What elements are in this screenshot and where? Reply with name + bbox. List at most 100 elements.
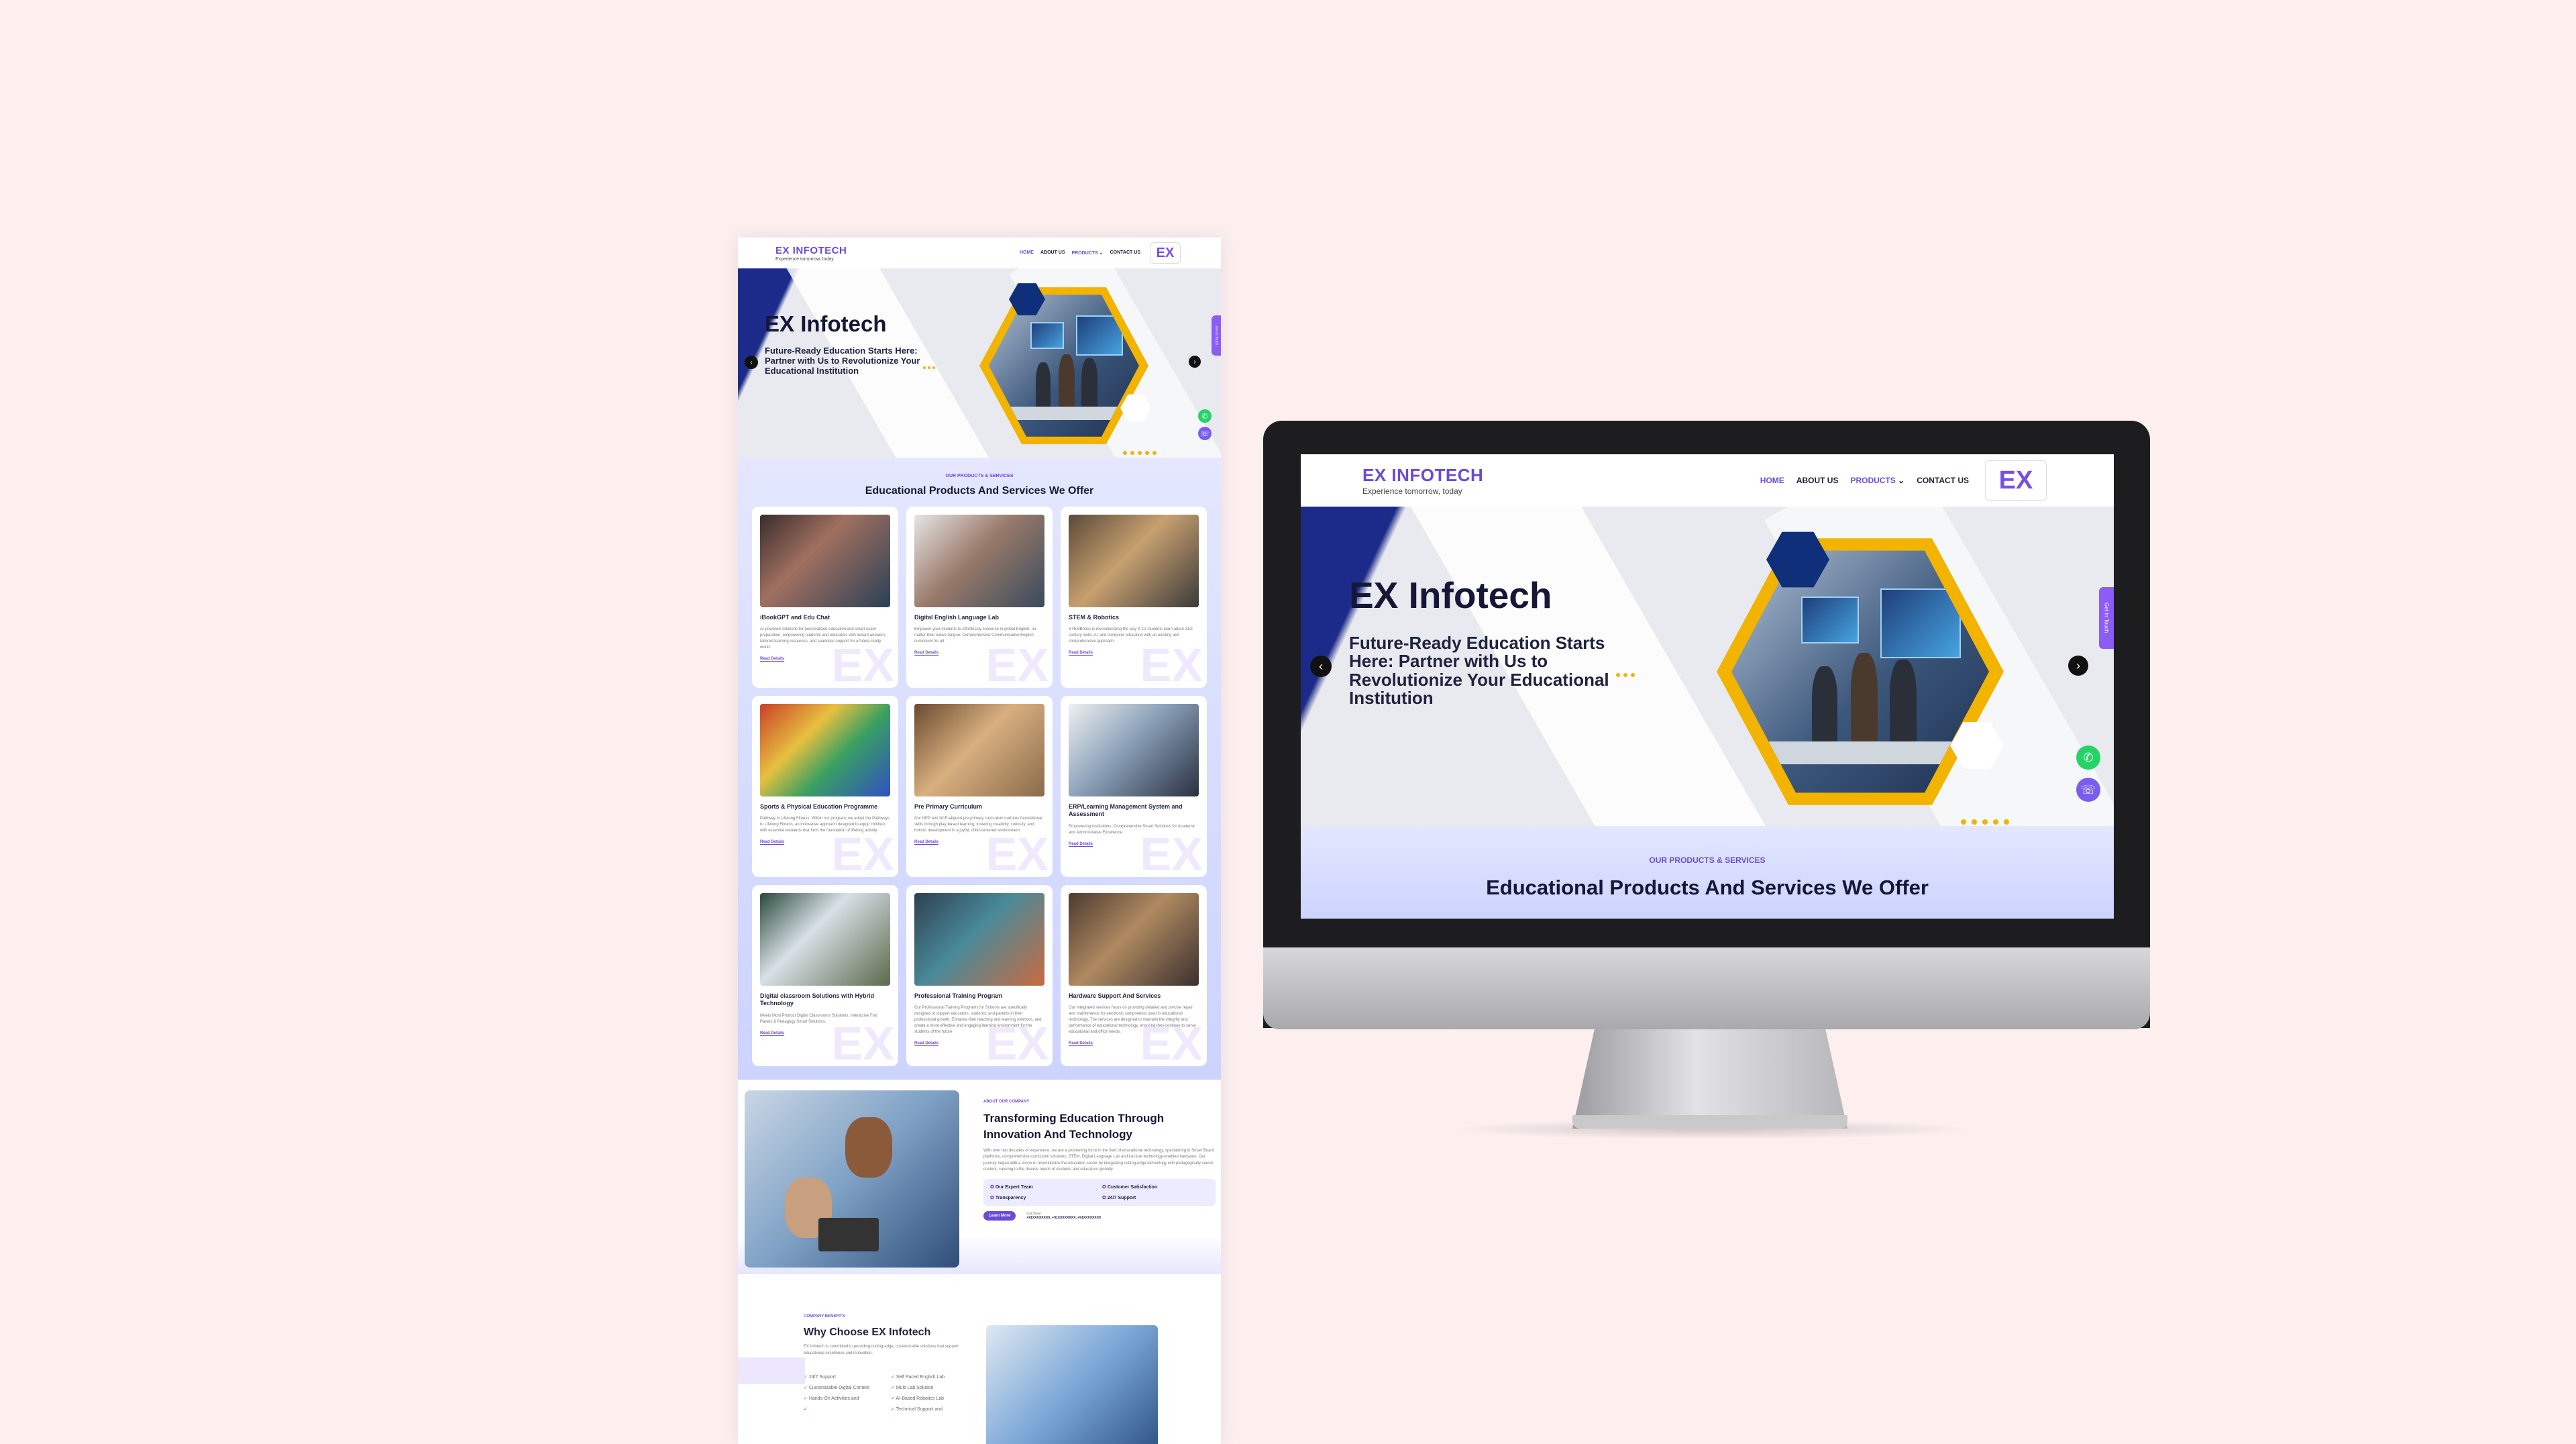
read-details-link[interactable]: Read Details bbox=[1069, 651, 1093, 656]
feature-label: Transparency bbox=[995, 1195, 1026, 1200]
logo-text: EX INFOTECH bbox=[775, 244, 847, 256]
about-section: ABOUT OUR COMPANY Transforming Education… bbox=[738, 1080, 1221, 1274]
service-card[interactable]: Hardware Support And Services Our Integr… bbox=[1061, 885, 1207, 1066]
chevron-right-icon[interactable]: › bbox=[2068, 656, 2088, 676]
benefit-item: Technical Support and bbox=[891, 1406, 978, 1412]
ex-watermark: EX bbox=[1140, 1017, 1203, 1066]
logo-text: EX INFOTECH bbox=[1362, 465, 1484, 485]
decor-shape bbox=[738, 1357, 805, 1384]
site-logo[interactable]: EX INFOTECH Experience tomorrow, today bbox=[775, 245, 847, 262]
read-details-link[interactable]: Read Details bbox=[1069, 1041, 1093, 1047]
ex-badge-logo: EX bbox=[1985, 460, 2047, 501]
why-eyebrow: COMPANY BENEFITS bbox=[804, 1314, 845, 1319]
about-desc: With over two decades of experience, we … bbox=[983, 1148, 1214, 1172]
hero-subtitle: Future-Ready Education Starts Here: Part… bbox=[765, 346, 920, 376]
service-image bbox=[760, 893, 890, 986]
support-icon: ✪ bbox=[1102, 1195, 1108, 1200]
services-eyebrow: OUR PRODUCTS & SERVICES bbox=[945, 474, 1014, 478]
logo-tagline: Experience tomorrow, today bbox=[775, 256, 834, 262]
hero-text: EX Infotech Future-Ready Education Start… bbox=[1349, 574, 1644, 707]
service-card[interactable]: Professional Training Program Our Profes… bbox=[906, 885, 1053, 1066]
whatsapp-icon[interactable]: ✆ bbox=[2076, 745, 2100, 770]
hero-subtitle: Future-Ready Education Starts Here: Part… bbox=[1349, 633, 1609, 708]
feature-item: ✪ 24/7 Support bbox=[1102, 1195, 1209, 1200]
service-title: Digital English Language Lab bbox=[914, 614, 1000, 621]
read-details-link[interactable]: Read Details bbox=[760, 1031, 785, 1036]
nav-home[interactable]: HOME bbox=[1760, 476, 1784, 485]
about-features: ✪ Our Expert Team ✪ Customer Satisfactio… bbox=[983, 1178, 1216, 1206]
about-image bbox=[745, 1090, 959, 1268]
ex-watermark: EX bbox=[831, 828, 894, 877]
nav-contact[interactable]: CONTACT US bbox=[1110, 250, 1140, 256]
why-image bbox=[986, 1325, 1158, 1444]
service-image bbox=[760, 704, 890, 796]
search-icon: ✪ bbox=[990, 1195, 996, 1200]
benefit-item bbox=[804, 1406, 891, 1412]
ex-watermark: EX bbox=[985, 639, 1049, 688]
nav-products[interactable]: PRODUCTS ⌄ bbox=[1850, 476, 1904, 485]
service-image bbox=[760, 515, 890, 607]
ex-badge-logo: EX bbox=[1150, 242, 1181, 264]
nav-about[interactable]: ABOUT US bbox=[1040, 250, 1065, 256]
read-details-link[interactable]: Read Details bbox=[1069, 842, 1093, 847]
chevron-left-icon[interactable]: ‹ bbox=[1310, 656, 1332, 677]
about-eyebrow: ABOUT OUR COMPANY bbox=[983, 1100, 1030, 1104]
get-in-touch-tab[interactable]: Get In Touch bbox=[1212, 315, 1221, 356]
read-details-link[interactable]: Read Details bbox=[760, 657, 785, 662]
services-section: OUR PRODUCTS & SERVICES Educational Prod… bbox=[738, 458, 1221, 1080]
get-in-touch-tab[interactable]: Get In Touch bbox=[2099, 587, 2114, 649]
service-title: Hardware Support And Services bbox=[1069, 992, 1161, 999]
nav-contact[interactable]: CONTACT US bbox=[1917, 476, 1969, 485]
chevron-left-icon[interactable]: ‹ bbox=[745, 356, 758, 369]
service-card[interactable]: ERP/Learning Management System and Asses… bbox=[1061, 696, 1207, 877]
slider-pagination[interactable] bbox=[1123, 451, 1157, 455]
read-details-link[interactable]: Read Details bbox=[760, 840, 785, 845]
service-title: Pre Primary Curriculum bbox=[914, 803, 983, 810]
site-logo[interactable]: EX INFOTECH Experience tomorrow, today bbox=[1362, 465, 1483, 496]
monitor-screen: EX INFOTECH Experience tomorrow, today H… bbox=[1301, 454, 2114, 919]
service-card[interactable]: Pre Primary Curriculum Our NEP and NCF-a… bbox=[906, 696, 1053, 877]
nav-products-label: PRODUCTS bbox=[1071, 251, 1098, 256]
ex-watermark: EX bbox=[1140, 639, 1203, 688]
team-icon: ✪ bbox=[990, 1184, 996, 1190]
decor-dots bbox=[923, 366, 935, 369]
main-nav: HOME ABOUT US PRODUCTS ⌄ CONTACT US bbox=[1020, 250, 1140, 256]
service-image bbox=[1069, 893, 1199, 986]
slider-pagination[interactable] bbox=[1961, 819, 2009, 825]
service-image bbox=[914, 704, 1044, 796]
service-image bbox=[1069, 515, 1199, 607]
why-section: COMPANY BENEFITS Why Choose EX Infotech … bbox=[738, 1274, 1221, 1444]
chevron-right-icon[interactable]: › bbox=[1189, 356, 1201, 368]
chevron-down-icon: ⌄ bbox=[1898, 476, 1905, 485]
service-card[interactable]: Digital English Language Lab Empower you… bbox=[906, 507, 1053, 688]
benefit-item: Hands-On Activities and bbox=[804, 1396, 891, 1401]
read-details-link[interactable]: Read Details bbox=[914, 651, 939, 656]
phone-icon[interactable]: ☏ bbox=[2076, 778, 2100, 802]
call-phones[interactable]: +91XXXXXXXX, +91XXXXXXXX, +91XXXXXXXX bbox=[1026, 1216, 1101, 1220]
read-details-link[interactable]: Read Details bbox=[914, 1041, 939, 1047]
services-heading: Educational Products And Services We Off… bbox=[865, 485, 1094, 497]
nav-home[interactable]: HOME bbox=[1020, 250, 1034, 256]
feature-label: 24/7 Support bbox=[1107, 1195, 1136, 1200]
monitor-stand-base bbox=[1572, 1115, 1847, 1129]
service-card[interactable]: STEM & Robotics STEMBotics is revolution… bbox=[1061, 507, 1207, 688]
nav-products[interactable]: PRODUCTS ⌄ bbox=[1072, 250, 1104, 256]
service-card[interactable]: Sports & Physical Education Programme Pa… bbox=[752, 696, 898, 877]
feature-item: ✪ Customer Satisfaction bbox=[1102, 1184, 1209, 1190]
whatsapp-icon[interactable]: ✆ bbox=[1198, 409, 1212, 423]
hero-slider: EX Infotech Future-Ready Education Start… bbox=[1301, 507, 2114, 826]
service-card[interactable]: iBookGPT and Edu Chat AI-powered solutio… bbox=[752, 507, 898, 688]
service-card[interactable]: Digital classroom Solutions with Hybrid … bbox=[752, 885, 898, 1066]
about-heading: Transforming Education Through Innovatio… bbox=[983, 1112, 1165, 1141]
hero-title: EX Infotech bbox=[765, 311, 887, 336]
screen-header: EX INFOTECH Experience tomorrow, today H… bbox=[1301, 454, 2114, 507]
feature-label: Our Expert Team bbox=[995, 1184, 1033, 1190]
learn-more-button[interactable]: Learn More bbox=[983, 1210, 1016, 1221]
read-details-link[interactable]: Read Details bbox=[914, 840, 939, 845]
nav-about[interactable]: ABOUT US bbox=[1796, 476, 1839, 485]
call-info: Call Now! +91XXXXXXXX, +91XXXXXXXX, +91X… bbox=[1026, 1212, 1101, 1220]
phone-icon[interactable]: ☏ bbox=[1198, 427, 1212, 440]
hero-image bbox=[989, 295, 1139, 437]
hero-title: EX Infotech bbox=[1349, 574, 1552, 616]
nav-products-label: PRODUCTS bbox=[1850, 476, 1896, 485]
